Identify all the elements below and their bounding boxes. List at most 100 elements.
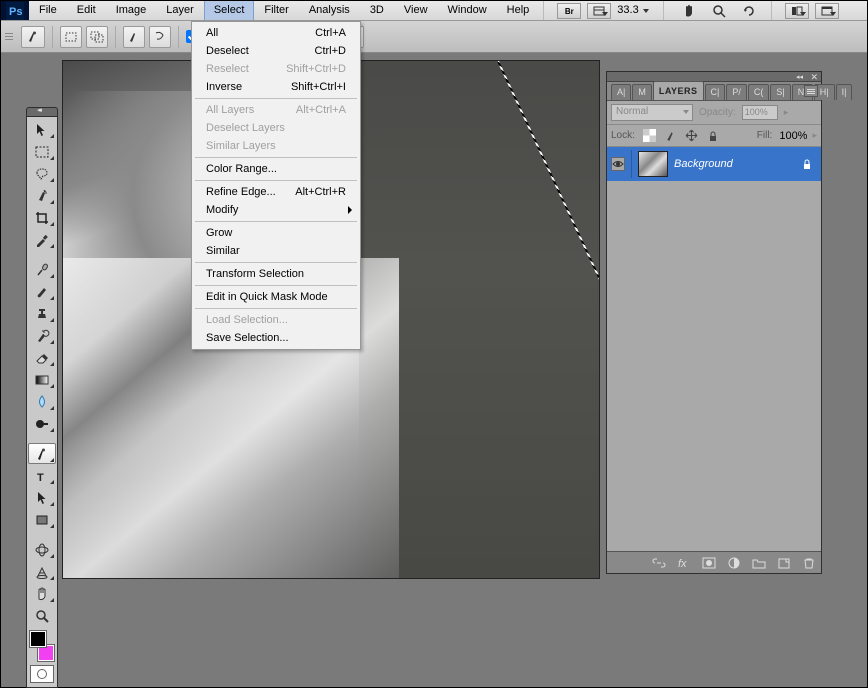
layer-blend-row: Normal Opacity: 100% ▸ bbox=[607, 101, 821, 125]
view-extras-icon[interactable] bbox=[587, 3, 611, 19]
freeform-pen-icon[interactable] bbox=[149, 26, 171, 48]
fill-input[interactable]: 100% bbox=[779, 130, 807, 142]
type-tool[interactable]: T bbox=[28, 465, 56, 486]
color-swatches[interactable] bbox=[28, 631, 56, 661]
menu-analysis[interactable]: Analysis bbox=[299, 1, 360, 20]
pen-tool[interactable] bbox=[28, 443, 56, 464]
menu-item-similar[interactable]: Similar bbox=[194, 242, 358, 260]
background-color-swatch[interactable] bbox=[38, 645, 54, 661]
menu-help[interactable]: Help bbox=[497, 1, 540, 20]
opacity-input[interactable]: 100% bbox=[742, 105, 778, 120]
shape-tool[interactable] bbox=[28, 509, 56, 530]
foreground-color-swatch[interactable] bbox=[30, 631, 46, 647]
lasso-tool[interactable] bbox=[28, 163, 56, 184]
eraser-tool[interactable] bbox=[28, 347, 56, 368]
hand-icon[interactable] bbox=[677, 3, 701, 19]
menu-item-all-layers: All LayersAlt+Ctrl+A bbox=[194, 101, 358, 119]
panel-tab-5[interactable]: C( bbox=[748, 84, 770, 100]
menu-image[interactable]: Image bbox=[106, 1, 157, 20]
delete-layer-icon[interactable] bbox=[801, 556, 817, 570]
add-selection-icon[interactable] bbox=[86, 26, 108, 48]
crop-tool[interactable] bbox=[28, 207, 56, 228]
layer-name[interactable]: Background bbox=[674, 158, 795, 170]
zoom-tool[interactable] bbox=[28, 605, 56, 626]
lock-all-icon[interactable] bbox=[705, 128, 721, 144]
3d-rotate-tool[interactable] bbox=[28, 539, 56, 560]
layer-thumbnail[interactable] bbox=[638, 151, 668, 177]
quick-mask-toggle[interactable] bbox=[30, 665, 54, 683]
visibility-toggle[interactable] bbox=[611, 157, 625, 171]
panel-menu-icon[interactable] bbox=[804, 85, 818, 97]
gradient-tool[interactable] bbox=[28, 369, 56, 390]
menu-edit[interactable]: Edit bbox=[67, 1, 106, 20]
menu-window[interactable]: Window bbox=[438, 1, 497, 20]
menu-item-modify[interactable]: Modify bbox=[194, 201, 358, 219]
menu-item-transform-selection[interactable]: Transform Selection bbox=[194, 265, 358, 283]
menu-item-reselect: ReselectShift+Ctrl+D bbox=[194, 60, 358, 78]
lock-transparency-icon[interactable] bbox=[642, 128, 658, 144]
panel-tab-9[interactable]: I| bbox=[836, 84, 853, 100]
brush-tool[interactable] bbox=[28, 281, 56, 302]
link-layers-icon[interactable] bbox=[651, 556, 667, 570]
panel-tab-2[interactable]: LAYERS bbox=[653, 81, 704, 100]
opacity-flyout-icon[interactable]: ▸ bbox=[784, 107, 789, 118]
3d-orbit-tool[interactable] bbox=[28, 561, 56, 582]
menu-file[interactable]: File bbox=[29, 1, 67, 20]
dodge-tool[interactable] bbox=[28, 413, 56, 434]
menu-3d[interactable]: 3D bbox=[360, 1, 394, 20]
blur-tool[interactable] bbox=[28, 391, 56, 412]
menu-layer[interactable]: Layer bbox=[156, 1, 204, 20]
layer-style-icon[interactable]: fx bbox=[676, 556, 692, 570]
layer-list[interactable]: Background bbox=[607, 147, 821, 551]
menu-select[interactable]: Select bbox=[204, 1, 255, 20]
menu-item-save-selection[interactable]: Save Selection... bbox=[194, 329, 358, 347]
pen-paths-icon[interactable] bbox=[123, 26, 145, 48]
panel-title-bar[interactable]: ◂◂ ✕ bbox=[607, 72, 821, 82]
hand-tool[interactable] bbox=[28, 583, 56, 604]
zoom-level[interactable]: 33.3 bbox=[617, 1, 642, 20]
panel-tab-3[interactable]: C| bbox=[705, 84, 726, 100]
zoom-icon[interactable] bbox=[707, 3, 731, 19]
adjustment-layer-icon[interactable] bbox=[726, 556, 742, 570]
panel-tab-0[interactable]: A| bbox=[611, 84, 631, 100]
move-tool[interactable] bbox=[28, 119, 56, 140]
layers-panel: ◂◂ ✕ A|MLAYERSC|P/C(S|N/H|I| Normal Opac… bbox=[606, 71, 822, 574]
blend-mode-select[interactable]: Normal bbox=[611, 104, 693, 121]
layer-group-icon[interactable] bbox=[751, 556, 767, 570]
panel-tab-4[interactable]: P/ bbox=[726, 84, 747, 100]
quick-selection-tool[interactable] bbox=[28, 185, 56, 206]
menu-item-color-range[interactable]: Color Range... bbox=[194, 160, 358, 178]
collapse-icon[interactable]: ◂◂ bbox=[796, 73, 803, 81]
history-brush-tool[interactable] bbox=[28, 325, 56, 346]
menu-bar: Ps FileEditImageLayerSelectFilterAnalysi… bbox=[1, 1, 867, 21]
layer-row[interactable]: Background bbox=[607, 147, 821, 181]
healing-brush-tool[interactable] bbox=[28, 259, 56, 280]
menu-item-refine-edge[interactable]: Refine Edge...Alt+Ctrl+R bbox=[194, 183, 358, 201]
clone-stamp-tool[interactable] bbox=[28, 303, 56, 324]
new-layer-icon[interactable] bbox=[776, 556, 792, 570]
menu-item-inverse[interactable]: InverseShift+Ctrl+I bbox=[194, 78, 358, 96]
new-selection-icon[interactable] bbox=[60, 26, 82, 48]
menu-item-edit-in-quick-mask-mode[interactable]: Edit in Quick Mask Mode bbox=[194, 288, 358, 306]
arrange-documents-icon[interactable] bbox=[785, 3, 809, 19]
zoom-dropdown-icon[interactable] bbox=[643, 9, 649, 13]
marquee-tool[interactable] bbox=[28, 141, 56, 162]
rotate-view-icon[interactable] bbox=[737, 3, 761, 19]
bridge-icon[interactable]: Br bbox=[557, 3, 581, 19]
menu-item-deselect[interactable]: DeselectCtrl+D bbox=[194, 42, 358, 60]
panel-tab-1[interactable]: M bbox=[632, 84, 652, 100]
toolbox-collapse-tab[interactable] bbox=[26, 107, 58, 116]
eyedropper-tool[interactable] bbox=[28, 229, 56, 250]
menu-filter[interactable]: Filter bbox=[254, 1, 298, 20]
screen-mode-icon[interactable] bbox=[815, 3, 839, 19]
tool-preset-icon[interactable] bbox=[21, 26, 45, 48]
lock-position-icon[interactable] bbox=[684, 128, 700, 144]
menu-item-grow[interactable]: Grow bbox=[194, 224, 358, 242]
panel-tab-6[interactable]: S| bbox=[770, 84, 790, 100]
path-selection-tool[interactable] bbox=[28, 487, 56, 508]
lock-pixels-icon[interactable] bbox=[663, 128, 679, 144]
layer-mask-icon[interactable] bbox=[701, 556, 717, 570]
menu-view[interactable]: View bbox=[394, 1, 438, 20]
menu-item-all[interactable]: AllCtrl+A bbox=[194, 24, 358, 42]
fill-flyout-icon[interactable]: ▸ bbox=[812, 130, 817, 141]
